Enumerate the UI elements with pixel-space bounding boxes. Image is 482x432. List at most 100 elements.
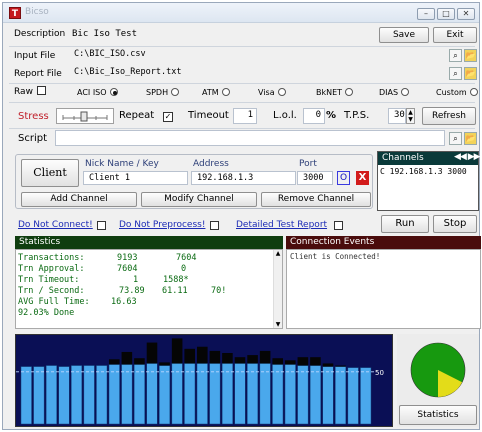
stat-label: Trn Approval:	[18, 264, 85, 274]
bar	[234, 363, 246, 425]
bar-top	[134, 358, 145, 365]
bar	[247, 363, 259, 425]
radio-dias[interactable]: DIAS	[379, 87, 410, 97]
stat-label: 92.03% Done	[18, 308, 75, 318]
radio-aci-iso[interactable]: ACI ISO	[77, 87, 118, 97]
bar	[209, 363, 221, 425]
channel-list-item[interactable]: C 192.168.1.3 3000	[380, 167, 467, 176]
report-folder-icon[interactable]: 📂	[464, 67, 477, 80]
run-button[interactable]: Run	[381, 215, 429, 233]
do-not-connect-checkbox[interactable]	[97, 221, 106, 230]
remove-channel-button[interactable]: Remove Channel	[261, 192, 371, 207]
report-search-icon[interactable]: ⌕	[449, 67, 462, 80]
save-button[interactable]: Save	[379, 27, 429, 43]
timeout-label: Timeout	[188, 110, 229, 121]
script-label: Script	[18, 133, 48, 144]
bar	[58, 366, 70, 425]
bar-top	[222, 353, 233, 364]
report-file-field[interactable]: C:\Bic_Iso_Report.txt	[69, 66, 441, 80]
connect-o-button[interactable]: O	[337, 171, 350, 185]
script-folder-icon[interactable]: 📂	[464, 132, 477, 145]
bar	[146, 363, 158, 425]
stat-value: 0	[181, 264, 187, 274]
radio-label: ACI ISO	[77, 88, 107, 97]
radio-icon	[277, 87, 286, 96]
script-search-icon[interactable]: ⌕	[449, 132, 462, 145]
channel-nav-icon[interactable]: ◀◀ ▶▶	[454, 152, 481, 162]
repeat-checkbox[interactable]: ✓	[163, 112, 173, 122]
refresh-button[interactable]: Refresh	[422, 107, 476, 125]
bar	[284, 364, 296, 425]
radio-label: SPDH	[146, 88, 169, 97]
input-folder-icon[interactable]: 📂	[464, 49, 477, 62]
scroll-up-icon[interactable]: ▲	[274, 250, 282, 257]
scroll-down-icon[interactable]: ▼	[274, 321, 282, 328]
bar-top	[297, 357, 309, 366]
bar-chart-svg: 50	[16, 338, 384, 425]
bar-top	[335, 365, 346, 367]
bar	[83, 365, 95, 425]
input-search-icon[interactable]: ⌕	[449, 49, 462, 62]
nickname-header: Nick Name / Key	[85, 159, 159, 169]
bar-top	[109, 359, 120, 365]
radio-label: DIAS	[379, 88, 399, 97]
stat-value: 1	[133, 275, 139, 285]
bar-top	[159, 362, 170, 366]
tps-spinner-icon[interactable]: ▲ ▼	[406, 108, 415, 124]
statistics-header: Statistics	[15, 236, 283, 249]
bar-top	[234, 357, 246, 364]
modify-channel-button[interactable]: Modify Channel	[141, 192, 257, 207]
statistics-panel: Transactions: 9193 7604 Trn Approval: 7604 0…	[15, 249, 283, 329]
close-window-button[interactable]: ✕	[457, 8, 475, 20]
pie-chart	[410, 342, 466, 398]
reference-label: 50	[375, 369, 384, 377]
bar-top	[259, 350, 271, 364]
stat-value: 16.63	[111, 297, 137, 307]
port-input[interactable]: 3000	[297, 171, 333, 185]
radio-bknet[interactable]: BkNET	[316, 87, 354, 97]
raw-checkbox[interactable]	[36, 86, 46, 95]
bar	[297, 365, 309, 425]
divider	[9, 83, 475, 84]
tps-input[interactable]: 30	[388, 108, 406, 124]
nickname-input[interactable]: Client 1	[83, 171, 188, 185]
bar	[360, 367, 372, 425]
statistics-title: Statistics	[19, 237, 61, 247]
main-window: T Bicso – □ ✕ Description Bic Iso Test S…	[2, 2, 481, 430]
bar-top	[285, 360, 296, 365]
bar	[33, 366, 45, 425]
add-channel-button[interactable]: Add Channel	[21, 192, 137, 207]
script-input[interactable]	[55, 130, 445, 146]
bar	[309, 365, 321, 425]
repeat-label: Repeat	[119, 110, 155, 121]
detailed-report-checkbox[interactable]	[334, 221, 343, 230]
client-button[interactable]: Client	[21, 159, 79, 187]
maximize-button[interactable]: □	[437, 8, 455, 20]
minimize-button[interactable]: –	[417, 8, 435, 20]
stress-slider[interactable]	[56, 108, 114, 124]
radio-visa[interactable]: Visa	[258, 87, 286, 97]
do-not-preprocess-checkbox[interactable]	[210, 221, 219, 230]
radio-atm[interactable]: ATM	[202, 87, 230, 97]
exit-button[interactable]: Exit	[433, 27, 477, 43]
radio-custom[interactable]: Custom	[436, 87, 478, 97]
detailed-report-link[interactable]: Detailed Test Report	[236, 220, 327, 230]
bar	[335, 366, 347, 425]
statistics-scrollbar[interactable]: ▲ ▼	[273, 250, 282, 328]
description-value[interactable]: Bic Iso Test	[72, 29, 137, 39]
stat-label: AVG Full Time:	[18, 297, 90, 307]
stop-button[interactable]: Stop	[433, 215, 477, 233]
bar-top	[184, 348, 195, 364]
statistics-button[interactable]: Statistics	[399, 405, 477, 425]
do-not-preprocess-link[interactable]: Do Not Preprocess!	[119, 220, 205, 230]
address-input[interactable]: 192.168.1.3	[191, 171, 296, 185]
input-file-field[interactable]: C:\BIC_ISO.csv	[69, 48, 441, 62]
radio-label: Custom	[436, 88, 467, 97]
bar-top	[310, 357, 321, 366]
close-icon[interactable]: X	[356, 171, 369, 185]
radio-spdh[interactable]: SPDH	[146, 87, 180, 97]
lol-input[interactable]: 0	[303, 108, 325, 124]
do-not-connect-link[interactable]: Do Not Connect!	[18, 220, 93, 230]
timeout-input[interactable]: 1	[233, 108, 257, 124]
divider	[9, 128, 475, 129]
